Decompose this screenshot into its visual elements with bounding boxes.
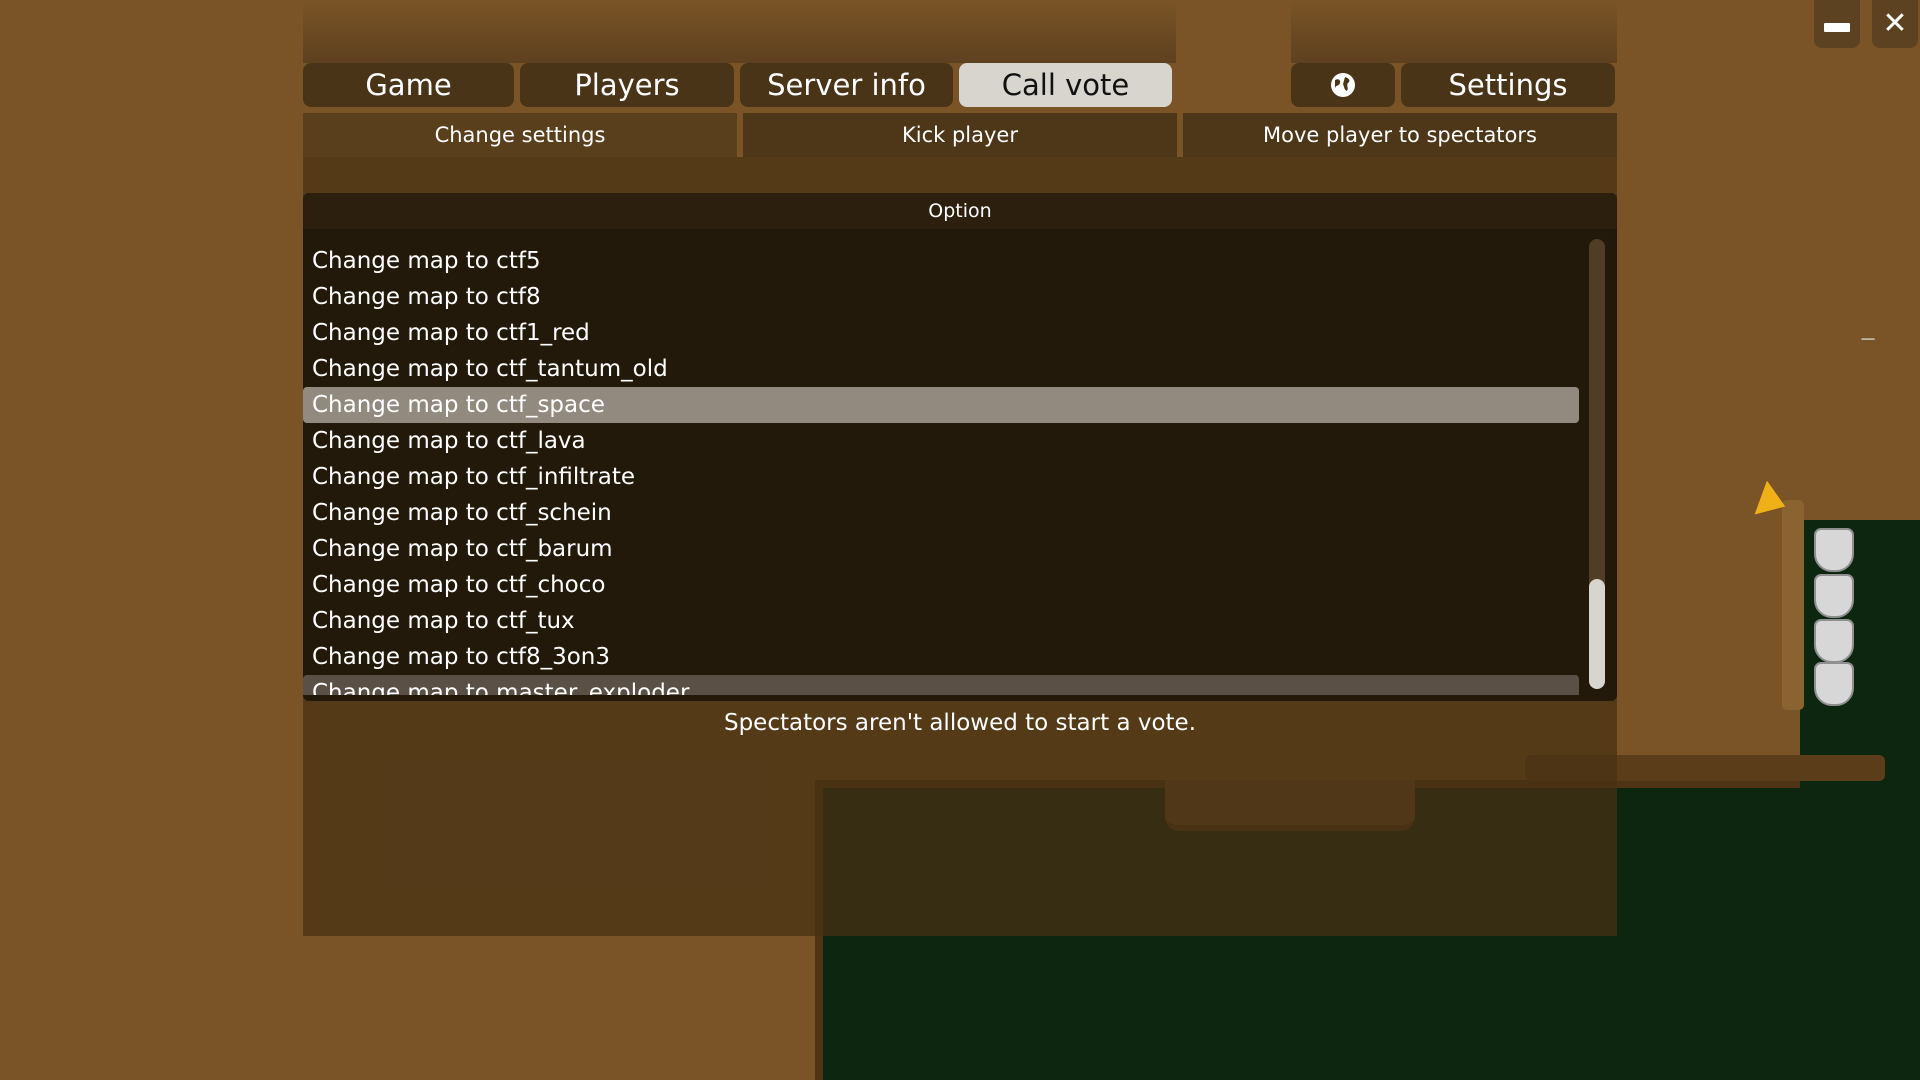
tab-kick-player[interactable]: Kick player xyxy=(743,113,1177,157)
armor-shield-icon xyxy=(1814,619,1854,663)
list-item[interactable]: Change map to ctf_infiltrate xyxy=(303,459,1579,495)
tab-label: Settings xyxy=(1448,68,1568,102)
list-scrollbar[interactable] xyxy=(1589,239,1605,689)
option-header-label: Option xyxy=(928,200,992,222)
tab-players[interactable]: Players xyxy=(520,63,734,107)
wall-pillar xyxy=(1782,500,1804,710)
vote-type-tabs: Change settings Kick player Move player … xyxy=(303,113,1617,157)
globe-icon xyxy=(1331,73,1355,97)
list-item[interactable]: Change map to ctf_schein xyxy=(303,495,1579,531)
list-item[interactable]: Change map to ctf5 xyxy=(303,243,1579,279)
close-icon: ✕ xyxy=(1882,6,1908,41)
tab-label: Game xyxy=(365,68,452,102)
bone-icon: ⚊ xyxy=(1860,324,1877,345)
list-item[interactable]: Change map to ctf1_red xyxy=(303,315,1579,351)
tab-label: Players xyxy=(574,68,680,102)
menu-top-strip-right xyxy=(1291,0,1617,63)
list-item[interactable]: Change map to ctf_choco xyxy=(303,567,1579,603)
list-item[interactable]: Change map to ctf_tantum_old xyxy=(303,351,1579,387)
list-item[interactable]: Change map to ctf8 xyxy=(303,279,1579,315)
list-item-partial[interactable] xyxy=(303,229,1579,243)
list-item[interactable]: Change map to ctf_lava xyxy=(303,423,1579,459)
vote-option-list: Option Change map to ctf5 Change map to c… xyxy=(303,193,1617,701)
subtab-label: Change settings xyxy=(434,123,606,147)
option-column-header: Option xyxy=(303,193,1617,229)
tab-call-vote[interactable]: Call vote xyxy=(959,63,1172,107)
armor-shield-icon xyxy=(1814,662,1854,706)
tab-move-player-to-spectators[interactable]: Move player to spectators xyxy=(1183,113,1617,157)
language-button[interactable] xyxy=(1291,63,1395,107)
tab-label: Call vote xyxy=(1001,68,1130,102)
list-item[interactable]: Change map to master_exploder xyxy=(303,675,1579,695)
list-item[interactable]: Change map to ctf_tux xyxy=(303,603,1579,639)
armor-shield-icon xyxy=(1814,574,1854,618)
scrollbar-thumb[interactable] xyxy=(1589,579,1605,689)
tab-change-settings[interactable]: Change settings xyxy=(303,113,737,157)
option-rows: Change map to ctf5 Change map to ctf8 Chan… xyxy=(303,229,1579,695)
main-tab-bar: Game Players Server info Call vote xyxy=(303,63,1172,107)
minimize-button[interactable] xyxy=(1814,0,1860,48)
subtab-label: Move player to spectators xyxy=(1263,123,1537,147)
tab-settings[interactable]: Settings xyxy=(1401,63,1615,107)
close-button[interactable]: ✕ xyxy=(1872,0,1918,48)
list-item[interactable]: Change map to ctf_space xyxy=(303,387,1579,423)
subtab-label: Kick player xyxy=(901,123,1018,147)
list-item[interactable]: Change map to ctf_barum xyxy=(303,531,1579,567)
tab-label: Server info xyxy=(767,68,926,102)
right-tab-bar: Settings xyxy=(1291,63,1615,107)
menu-top-strip xyxy=(303,0,1176,63)
tab-server-info[interactable]: Server info xyxy=(740,63,953,107)
armor-shield-icon xyxy=(1814,528,1854,572)
tab-game[interactable]: Game xyxy=(303,63,514,107)
list-item[interactable]: Change map to ctf8_3on3 xyxy=(303,639,1579,675)
vote-status-message: Spectators aren't allowed to start a vot… xyxy=(723,710,1197,736)
minimize-icon xyxy=(1824,22,1850,32)
